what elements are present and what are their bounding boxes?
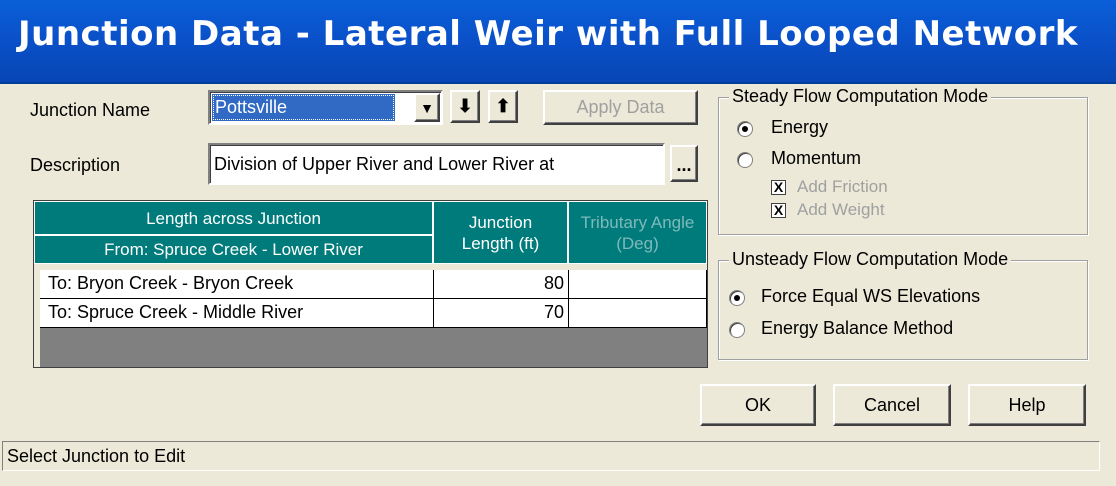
row-2-angle[interactable]: [569, 299, 707, 328]
row-1-to[interactable]: To: Bryon Creek - Bryon Creek: [40, 270, 434, 299]
momentum-label[interactable]: Momentum: [771, 148, 861, 169]
energy-balance-label[interactable]: Energy Balance Method: [761, 318, 953, 339]
junction-name-value: Pottsville: [212, 94, 395, 121]
row-2-length[interactable]: 70: [434, 299, 569, 328]
row-1-angle[interactable]: [569, 270, 707, 299]
apply-data-button[interactable]: Apply Data: [543, 90, 698, 125]
status-text: Select Junction to Edit: [2, 441, 1100, 471]
title-bar: Junction Data - Lateral Weir with Full L…: [0, 0, 1116, 84]
header-junction-length: Junction Length (ft): [433, 201, 568, 264]
add-weight-label: Add Weight: [797, 200, 885, 219]
unsteady-flow-group: Unsteady Flow Computation Mode Force Equ…: [718, 249, 1088, 360]
row-2-to[interactable]: To: Spruce Creek - Middle River: [40, 299, 434, 328]
energy-balance-radio[interactable]: [729, 322, 745, 338]
add-friction-label: Add Friction: [797, 177, 888, 196]
energy-radio[interactable]: [737, 121, 753, 137]
energy-label[interactable]: Energy: [771, 117, 828, 138]
header-tributary-angle: Tributary Angle (Deg): [568, 201, 707, 264]
description-input[interactable]: Division of Upper River and Lower River …: [208, 143, 665, 185]
chevron-down-icon[interactable]: ▼: [414, 93, 440, 122]
next-junction-button[interactable]: ⬇: [450, 90, 480, 123]
force-equal-ws-radio[interactable]: [729, 290, 745, 306]
junction-name-label: Junction Name: [30, 100, 151, 120]
row-1-length[interactable]: 80: [434, 270, 569, 299]
previous-junction-button[interactable]: ⬆: [488, 90, 518, 123]
arrow-up-icon: ⬆: [495, 96, 511, 116]
description-ellipsis-button[interactable]: ...: [670, 145, 698, 182]
steady-flow-group: Steady Flow Computation Mode Energy Mome…: [718, 86, 1088, 235]
help-button[interactable]: Help: [968, 384, 1086, 426]
momentum-radio[interactable]: [737, 152, 753, 168]
arrow-down-icon: ⬇: [457, 96, 473, 116]
add-weight-checkbox[interactable]: X: [771, 203, 786, 218]
add-friction-checkbox[interactable]: X: [771, 180, 786, 195]
junction-name-combo[interactable]: Pottsville ▼: [208, 90, 443, 125]
junction-length-table: Length across Junction From: Spruce Cree…: [33, 200, 708, 368]
ok-button[interactable]: OK: [700, 384, 816, 426]
status-bar: Select Junction to Edit: [0, 438, 1116, 486]
force-equal-ws-label[interactable]: Force Equal WS Elevations: [761, 286, 980, 307]
header-length-across: Length across Junction: [34, 201, 433, 235]
window-title: Junction Data - Lateral Weir with Full L…: [18, 14, 1079, 54]
steady-flow-legend: Steady Flow Computation Mode: [729, 86, 992, 107]
unsteady-flow-legend: Unsteady Flow Computation Mode: [729, 249, 1012, 270]
cancel-button[interactable]: Cancel: [833, 384, 951, 426]
description-label: Description: [30, 155, 121, 175]
header-from: From: Spruce Creek - Lower River: [34, 235, 433, 264]
